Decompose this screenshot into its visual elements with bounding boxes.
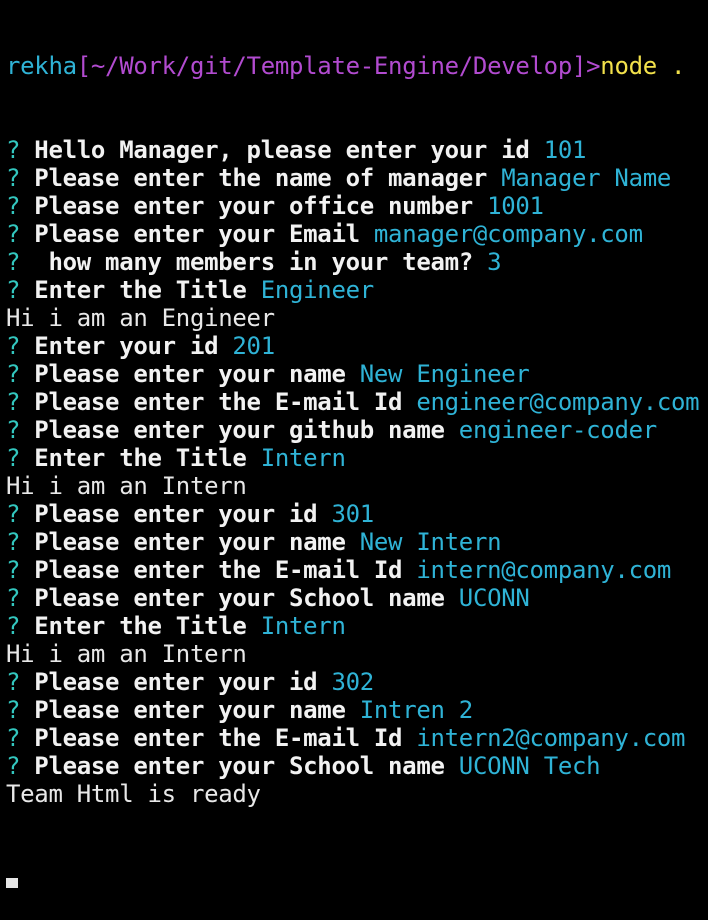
question-prompt: Please enter the E-mail Id xyxy=(20,556,417,584)
shell-open-bracket: [ xyxy=(76,52,91,80)
question-prompt: Please enter your School name xyxy=(20,752,459,780)
question-answer: Engineer xyxy=(260,276,375,304)
question-line: ? Hello Manager, please enter your id 10… xyxy=(6,136,708,164)
question-line: ? Please enter your github name engineer… xyxy=(6,416,708,444)
question-prompt: Please enter the E-mail Id xyxy=(20,388,417,416)
terminal-output[interactable]: rekha[~/Work/git/Template-Engine/Develop… xyxy=(6,0,708,920)
output-message: Hi i am an Engineer xyxy=(6,304,275,332)
question-mark-icon: ? xyxy=(6,416,21,444)
question-answer: 301 xyxy=(331,500,374,528)
question-answer: 3 xyxy=(487,248,502,276)
shell-close-bracket: ] xyxy=(571,52,587,80)
question-answer: 1001 xyxy=(487,192,544,220)
output-message: Hi i am an Intern xyxy=(6,472,247,500)
question-answer: 101 xyxy=(543,136,587,164)
question-mark-icon: ? xyxy=(6,136,21,164)
question-prompt: Please enter your github name xyxy=(20,416,459,444)
question-answer: Intren 2 xyxy=(359,696,474,724)
question-prompt: Please enter your name xyxy=(20,696,360,724)
question-answer: UCONN Tech xyxy=(458,752,601,780)
question-mark-icon: ? xyxy=(6,668,21,696)
shell-gt: > xyxy=(586,52,601,80)
output-message-line: Hi i am an Intern xyxy=(6,472,708,500)
question-mark-icon: ? xyxy=(6,164,21,192)
question-mark-icon: ? xyxy=(6,388,21,416)
shell-path: ~/Work/git/Template-Engine/Develop xyxy=(90,52,572,80)
question-answer-list: ? Hello Manager, please enter your id 10… xyxy=(6,136,708,808)
question-prompt: how many members in your team? xyxy=(20,248,488,276)
question-answer: Intern xyxy=(260,612,346,640)
question-mark-icon: ? xyxy=(6,696,21,724)
next-prompt-line xyxy=(6,864,708,892)
question-mark-icon: ? xyxy=(6,584,21,612)
question-prompt: Please enter your office number xyxy=(20,192,488,220)
question-prompt: Please enter your School name xyxy=(20,584,459,612)
question-prompt: Enter the Title xyxy=(20,612,261,640)
question-line: ? Please enter your School name UCONN xyxy=(6,584,708,612)
question-prompt: Please enter your id xyxy=(20,668,332,696)
output-message: Hi i am an Intern xyxy=(6,640,247,668)
question-answer: UCONN xyxy=(458,584,530,612)
shell-command: node . xyxy=(600,52,686,80)
question-mark-icon: ? xyxy=(6,528,21,556)
question-answer: New Engineer xyxy=(359,360,530,388)
question-line: ? how many members in your team? 3 xyxy=(6,248,708,276)
output-message-line: Hi i am an Intern xyxy=(6,640,708,668)
shell-prompt-line: rekha[~/Work/git/Template-Engine/Develop… xyxy=(6,52,708,80)
question-mark-icon: ? xyxy=(6,444,21,472)
output-message: Team Html is ready xyxy=(6,780,261,808)
question-answer: engineer-coder xyxy=(458,416,657,444)
question-line: ? Please enter your name New Engineer xyxy=(6,360,708,388)
question-line: ? Enter your id 201 xyxy=(6,332,708,360)
question-prompt: Enter the Title xyxy=(20,444,261,472)
question-mark-icon: ? xyxy=(6,752,21,780)
question-line: ? Please enter your office number 1001 xyxy=(6,192,708,220)
question-mark-icon: ? xyxy=(6,612,21,640)
question-line: ? Please enter your name Intren 2 xyxy=(6,696,708,724)
question-prompt: Please enter your Email xyxy=(20,220,374,248)
question-prompt: Enter your id xyxy=(20,332,233,360)
question-line: ? Enter the Title Intern xyxy=(6,612,708,640)
text-cursor xyxy=(6,878,18,888)
question-prompt: Please enter your id xyxy=(20,500,332,528)
question-mark-icon: ? xyxy=(6,276,21,304)
question-prompt: Please enter your name xyxy=(20,360,360,388)
question-line: ? Please enter your id 302 xyxy=(6,668,708,696)
shell-user: rekha xyxy=(6,52,77,80)
question-mark-icon: ? xyxy=(6,248,21,276)
question-answer: New Intern xyxy=(359,528,502,556)
question-prompt: Please enter your name xyxy=(20,528,360,556)
question-mark-icon: ? xyxy=(6,332,21,360)
question-line: ? Please enter your School name UCONN Te… xyxy=(6,752,708,780)
question-line: ? Please enter the E-mail Id intern2@com… xyxy=(6,724,708,752)
question-mark-icon: ? xyxy=(6,192,21,220)
question-line: ? Please enter your name New Intern xyxy=(6,528,708,556)
output-message-line: Team Html is ready xyxy=(6,780,708,808)
question-line: ? Please enter the name of manager Manag… xyxy=(6,164,708,192)
question-prompt: Enter the Title xyxy=(20,276,261,304)
question-answer: intern2@company.com xyxy=(416,724,686,752)
question-mark-icon: ? xyxy=(6,220,21,248)
question-mark-icon: ? xyxy=(6,724,21,752)
question-answer: 302 xyxy=(331,668,374,696)
question-line: ? Enter the Title Intern xyxy=(6,444,708,472)
output-message-line: Hi i am an Engineer xyxy=(6,304,708,332)
question-answer: intern@company.com xyxy=(416,556,672,584)
question-line: ? Please enter your id 301 xyxy=(6,500,708,528)
question-mark-icon: ? xyxy=(6,360,21,388)
question-line: ? Please enter your Email manager@compan… xyxy=(6,220,708,248)
question-mark-icon: ? xyxy=(6,556,21,584)
question-prompt: Please enter the E-mail Id xyxy=(20,724,417,752)
question-answer: 201 xyxy=(232,332,275,360)
question-line: ? Please enter the E-mail Id intern@comp… xyxy=(6,556,708,584)
question-prompt: Hello Manager, please enter your id xyxy=(20,136,544,164)
question-mark-icon: ? xyxy=(6,500,21,528)
question-answer: manager@company.com xyxy=(373,220,643,248)
question-line: ? Please enter the E-mail Id engineer@co… xyxy=(6,388,708,416)
question-line: ? Enter the Title Engineer xyxy=(6,276,708,304)
question-answer: Manager Name xyxy=(501,164,672,192)
question-answer: engineer@company.com xyxy=(416,388,700,416)
question-prompt: Please enter the name of manager xyxy=(20,164,502,192)
question-answer: Intern xyxy=(260,444,346,472)
